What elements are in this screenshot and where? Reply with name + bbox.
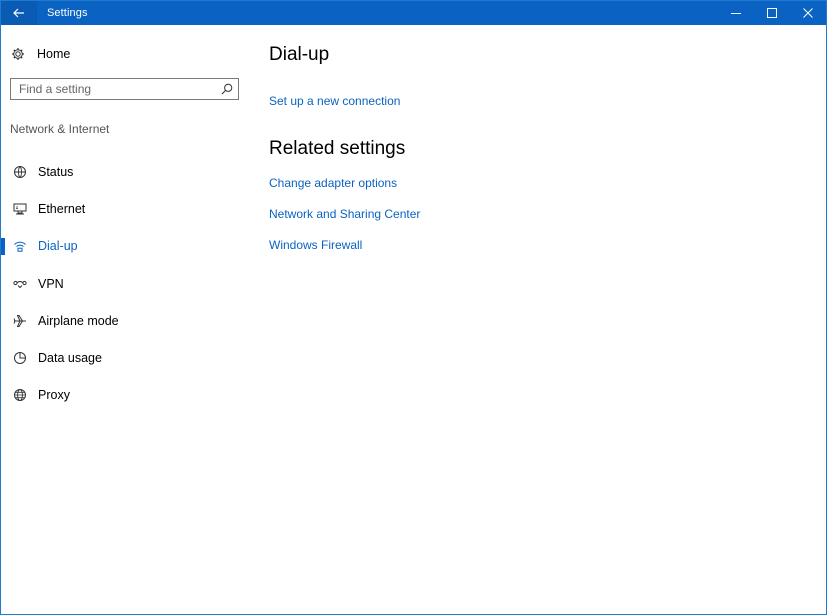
close-button[interactable] xyxy=(790,1,826,25)
sidebar-item-label: Ethernet xyxy=(38,201,86,216)
arrow-left-icon xyxy=(13,8,24,18)
change-adapter-options-link[interactable]: Change adapter options xyxy=(269,176,397,190)
dialup-icon xyxy=(13,239,27,253)
maximize-icon xyxy=(767,8,777,18)
pie-chart-icon xyxy=(13,351,27,365)
section-title: Network & Internet xyxy=(10,122,110,136)
globe-status-icon xyxy=(13,165,27,179)
maximize-button[interactable] xyxy=(754,1,790,25)
sidebar-item-airplane-mode[interactable]: Airplane mode xyxy=(1,302,253,339)
sidebar: Home Network & Internet Status xyxy=(1,25,253,614)
sidebar-item-home-label: Home xyxy=(37,47,71,61)
sidebar-item-dialup[interactable]: Dial-up xyxy=(1,228,253,265)
close-icon xyxy=(803,8,813,18)
sidebar-item-status[interactable]: Status xyxy=(1,153,253,190)
airplane-icon xyxy=(13,314,27,328)
search-input[interactable] xyxy=(11,79,219,99)
title-bar: Settings xyxy=(1,1,826,25)
sidebar-item-home[interactable]: Home xyxy=(11,44,70,64)
ethernet-icon xyxy=(13,202,27,216)
sidebar-item-vpn[interactable]: VPN xyxy=(1,265,253,302)
sidebar-item-proxy[interactable]: Proxy xyxy=(1,377,253,414)
minimize-button[interactable] xyxy=(718,1,754,25)
nav-list: Status Ethernet Dial-up VPN Airplane mod… xyxy=(1,153,253,414)
settings-window: Settings Home Find a setting Network & I… xyxy=(0,0,827,615)
sidebar-item-label: Airplane mode xyxy=(38,313,119,328)
windows-firewall-link[interactable]: Windows Firewall xyxy=(269,238,362,252)
sidebar-item-label: VPN xyxy=(38,276,64,291)
search-icon[interactable] xyxy=(221,83,233,95)
window-controls xyxy=(718,1,826,25)
sidebar-item-label: Dial-up xyxy=(38,239,78,254)
active-indicator xyxy=(1,237,5,255)
setup-connection-link[interactable]: Set up a new connection xyxy=(269,94,400,108)
back-button[interactable] xyxy=(1,1,37,25)
sidebar-item-data-usage[interactable]: Data usage xyxy=(1,339,253,376)
globe-icon xyxy=(13,388,27,402)
gear-icon xyxy=(12,48,24,60)
search-box xyxy=(10,78,239,100)
page-title: Dial-up xyxy=(269,44,330,65)
minimize-icon xyxy=(731,13,741,14)
sidebar-item-ethernet[interactable]: Ethernet xyxy=(1,190,253,227)
sidebar-item-label: Proxy xyxy=(38,388,70,403)
related-settings-title: Related settings xyxy=(269,138,406,159)
network-sharing-center-link[interactable]: Network and Sharing Center xyxy=(269,207,420,221)
window-title: Settings xyxy=(47,7,88,19)
sidebar-item-label: Status xyxy=(38,164,74,179)
vpn-icon xyxy=(13,277,27,291)
sidebar-item-label: Data usage xyxy=(38,351,102,366)
